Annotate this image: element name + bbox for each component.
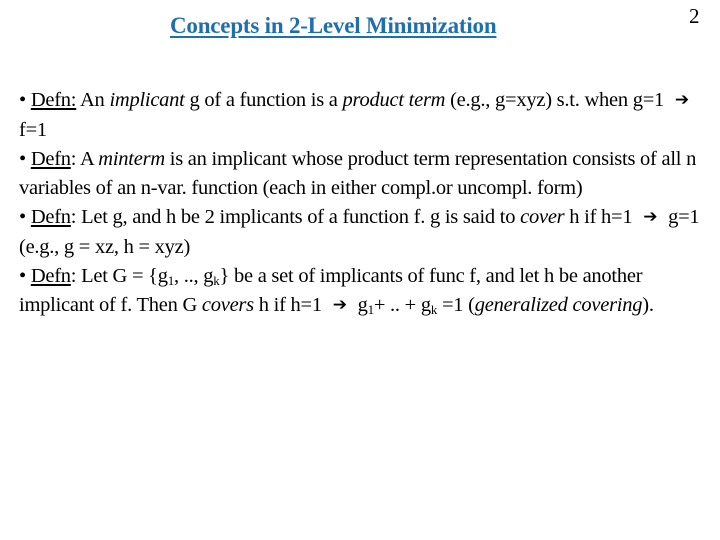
defn-label: Defn [30, 148, 71, 170]
text: h if h=1 [564, 206, 638, 228]
text: , .., g [174, 265, 214, 287]
bullet-icon: • [19, 265, 26, 287]
bullet-icon: • [19, 89, 26, 111]
text: : Let G = {g [70, 265, 168, 287]
text: + .. + g [373, 294, 431, 316]
text: g [352, 294, 368, 316]
term-covers: covers [201, 294, 254, 316]
definition-generalized-covering: • Defn: Let G = {g1, .., gk} be a set of… [19, 262, 709, 321]
bullet-icon: • [19, 206, 26, 228]
term-minterm: minterm [98, 148, 165, 170]
slide-body: • Defn: An implicant g of a function is … [19, 86, 709, 321]
term-cover: cover [520, 206, 565, 228]
text: f=1 [19, 119, 47, 141]
definition-implicant: • Defn: An implicant g of a function is … [19, 86, 709, 145]
text: : A [70, 148, 99, 170]
text: h if h=1 [253, 294, 327, 316]
text: : Let g, and h be 2 implicants of a func… [70, 206, 521, 228]
defn-label: Defn [30, 265, 71, 287]
term-product-term: product term [342, 89, 446, 111]
text: An [76, 89, 110, 111]
text: (e.g., g=xyz) s.t. when g=1 [445, 89, 669, 111]
definition-cover: • Defn: Let g, and h be 2 implicants of … [19, 203, 709, 262]
defn-label: Defn: [30, 89, 77, 111]
term-generalized-covering: generalized covering [474, 294, 643, 316]
implies-arrow-icon: ➔ [643, 207, 658, 227]
text: g of a function is a [184, 89, 343, 111]
implies-arrow-icon: ➔ [674, 90, 689, 110]
text: ). [642, 294, 654, 316]
bullet-icon: • [19, 148, 26, 170]
term-implicant: implicant [109, 89, 185, 111]
defn-label: Defn [30, 206, 71, 228]
definition-minterm: • Defn: A minterm is an implicant whose … [19, 145, 709, 203]
slide-title: Concepts in 2-Level Minimization [170, 13, 497, 38]
text: =1 ( [437, 294, 475, 316]
implies-arrow-icon: ➔ [332, 295, 347, 315]
page-number: 2 [689, 4, 700, 28]
